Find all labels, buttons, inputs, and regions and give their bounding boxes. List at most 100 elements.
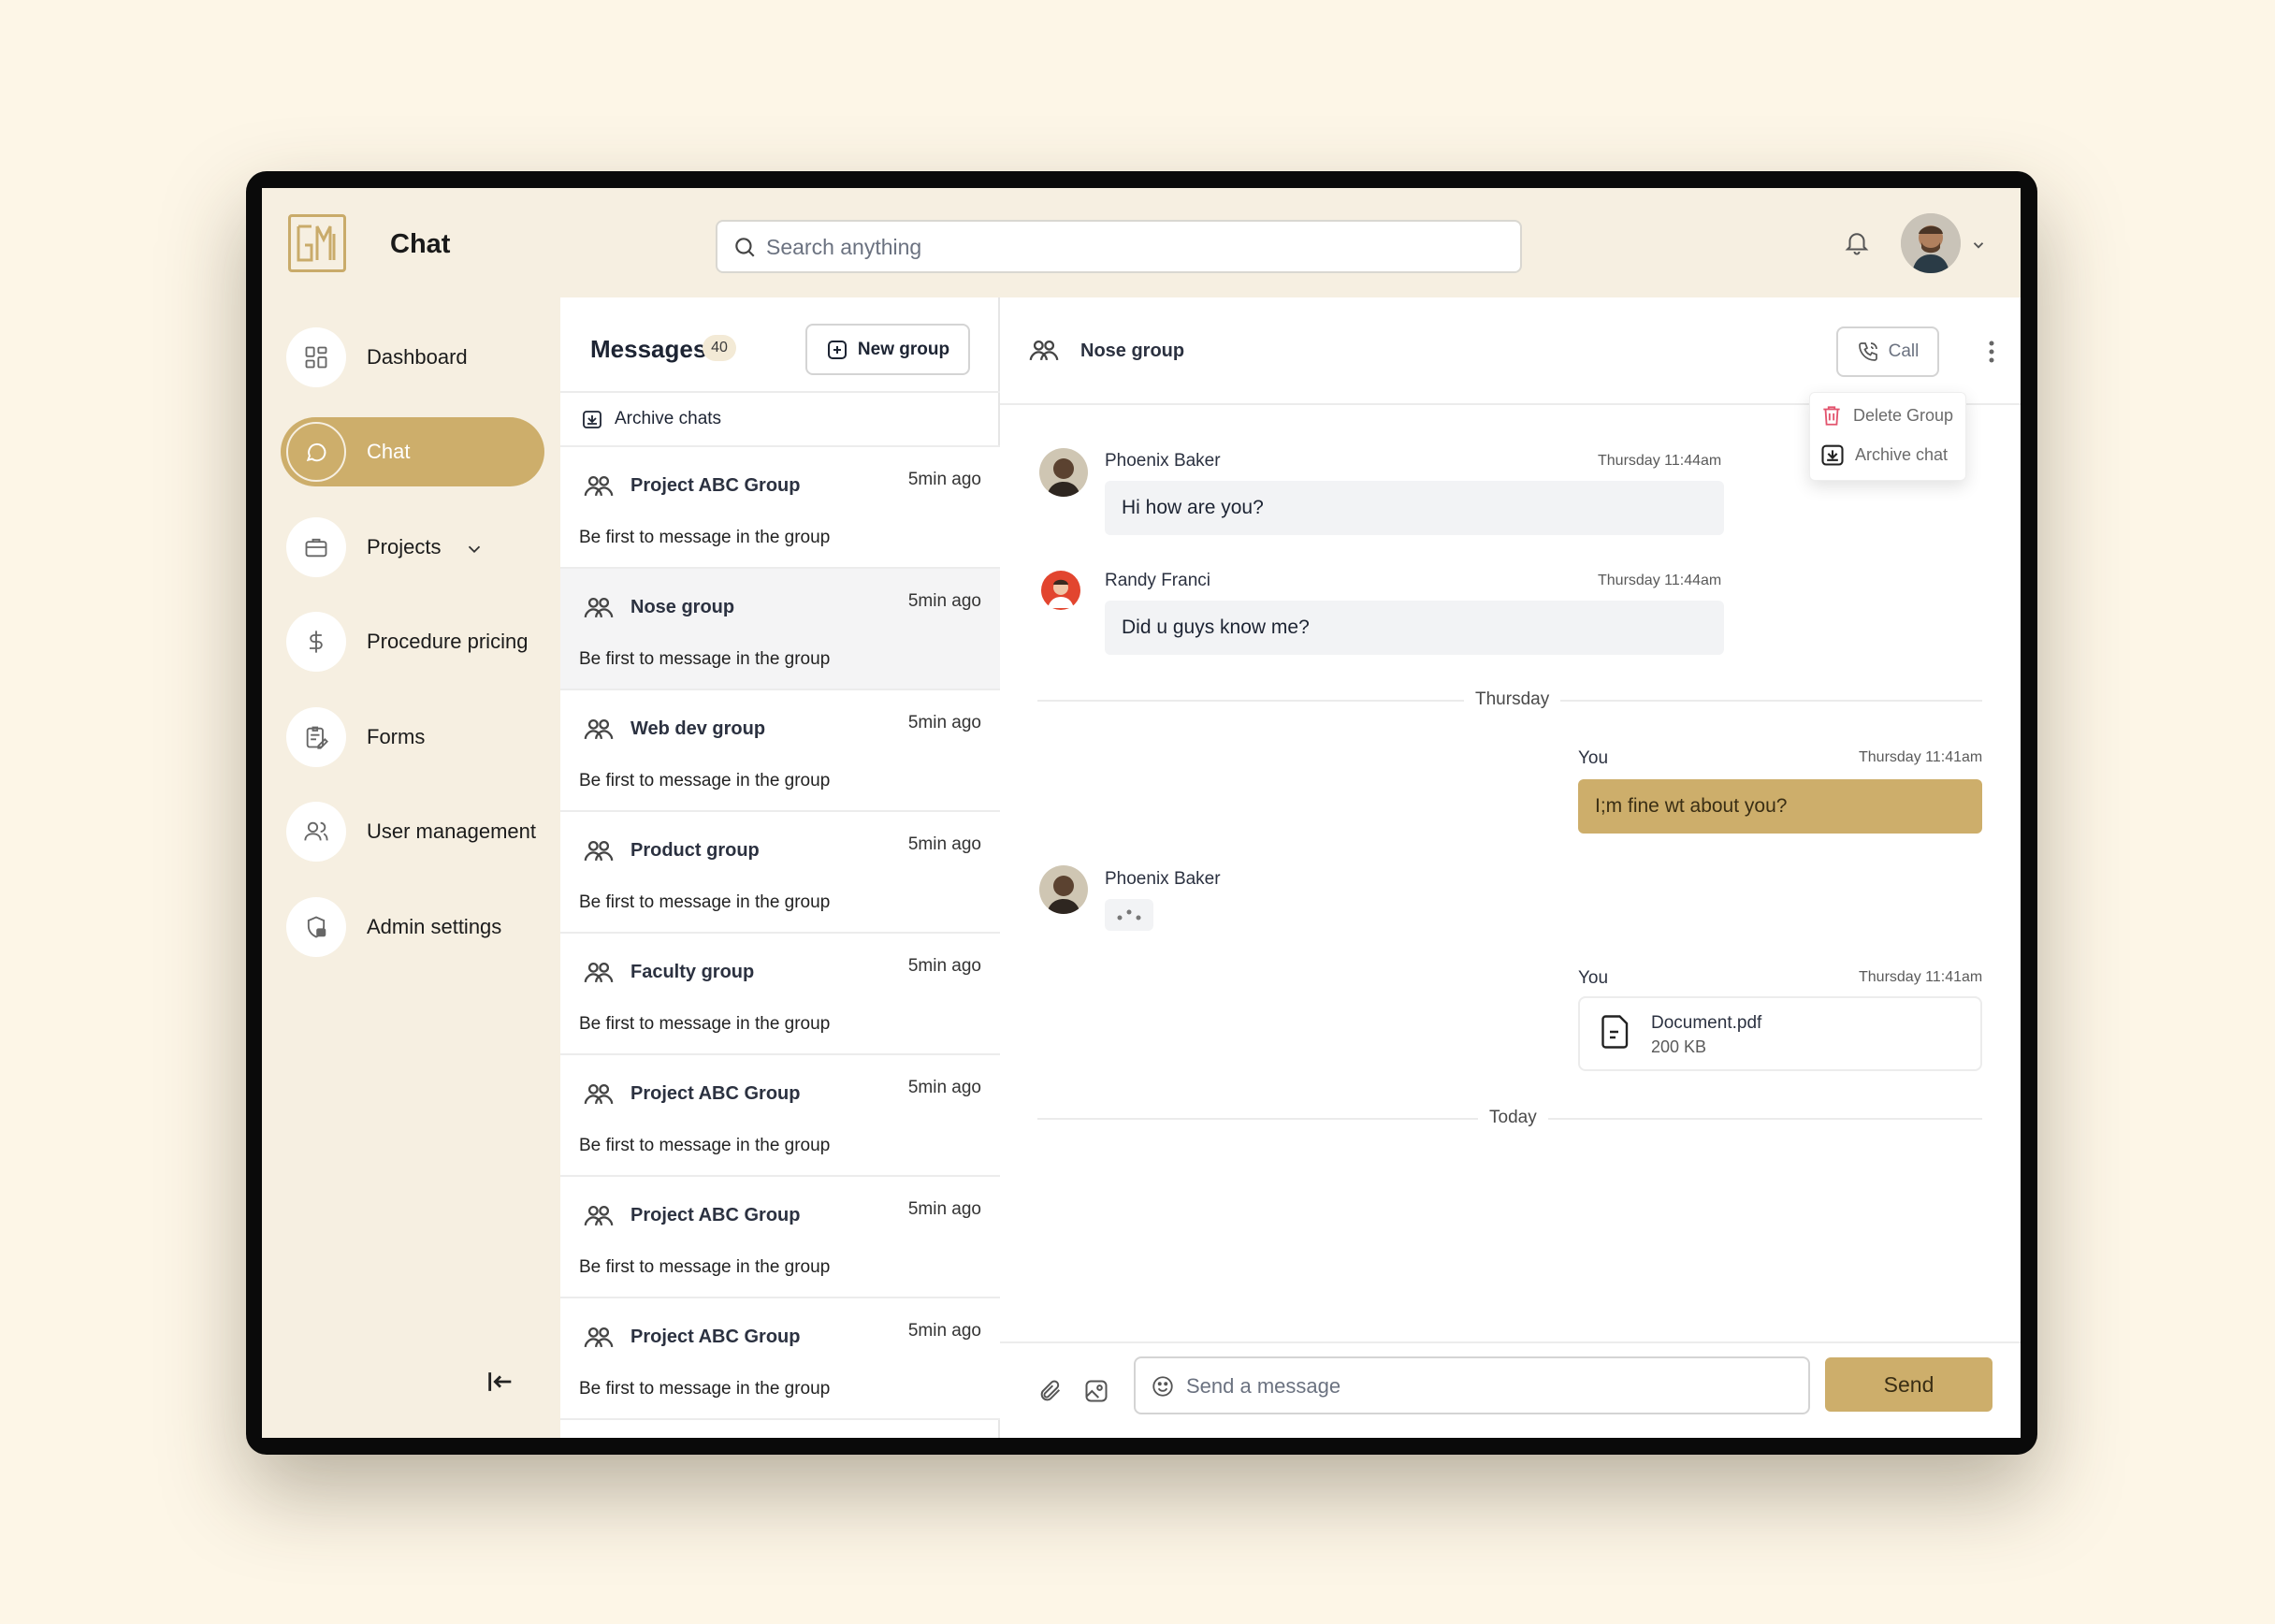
bell-icon[interactable] [1843, 228, 1871, 256]
conversation-name: Faculty group [630, 962, 755, 982]
sidebar-item-dashboard[interactable]: Dashboard [281, 323, 544, 392]
conversation-item[interactable]: Project ABC Group 5min ago Be first to mes… [560, 447, 1000, 569]
conversation-name: Project ABC Group [630, 1327, 801, 1347]
conversation-time: 5min ago [907, 591, 981, 611]
sidebar-item-label: User management [367, 819, 536, 843]
trash-icon [1823, 406, 1840, 426]
message-input-field[interactable] [1134, 1356, 1810, 1414]
conversation-name: Project ABC Group [630, 475, 801, 496]
chevron-down-icon[interactable] [1970, 237, 1987, 254]
chat-panel: Nose group Call Delete Group Archive cha… [1000, 297, 2021, 1438]
message-input[interactable] [1186, 1370, 1794, 1403]
messages-panel: Messages 40 New group Archive chats Proj… [560, 297, 1000, 1438]
conversation-item[interactable]: Web dev group 5min ago Be first to message… [560, 690, 1000, 812]
sidebar-item-projects[interactable]: Projects [281, 513, 544, 582]
chat-options-menu: Delete Group Archive chat [1809, 392, 1966, 481]
app-window: Chat Dashboard Chat Projects Procedure p… [262, 188, 2021, 1438]
sidebar-item-chat[interactable]: Chat [281, 417, 544, 486]
archive-icon [1821, 444, 1844, 466]
grid-icon [305, 346, 327, 369]
messages-count-badge: 40 [703, 335, 736, 361]
file-attachment[interactable]: Document.pdf 200 KB [1578, 996, 1982, 1071]
messages-header: Messages 40 New group [560, 297, 1000, 393]
file-icon [1601, 1015, 1629, 1049]
conversation-item[interactable]: Project ABC Group 5min ago Be first to mes… [560, 1055, 1000, 1177]
top-bar: Chat [262, 188, 2021, 297]
conversation-name: Project ABC Group [630, 1205, 801, 1225]
conversation-preview: Be first to message in the group [579, 1257, 831, 1277]
paperclip-icon[interactable] [1037, 1378, 1064, 1404]
image-icon[interactable] [1083, 1378, 1109, 1404]
conversation-time: 5min ago [907, 1199, 981, 1219]
archive-icon [583, 411, 601, 428]
avatar [1039, 569, 1082, 612]
sidebar-item-procedure-pricing[interactable]: Procedure pricing [281, 607, 544, 676]
dollar-icon [310, 631, 323, 653]
phone-icon [1858, 342, 1877, 361]
clipboard-icon [306, 726, 328, 749]
shield-lock-icon [307, 916, 326, 938]
more-options-icon[interactable] [1988, 340, 1995, 364]
archive-chat-menu-item[interactable]: Archive chat [1819, 442, 1948, 468]
chevron-down-icon[interactable] [464, 539, 485, 559]
conversation-name: Web dev group [630, 718, 766, 739]
plus-square-icon [827, 340, 847, 359]
delete-group-menu-item[interactable]: Delete Group [1819, 402, 1953, 428]
sidebar-item-label: Projects [367, 535, 442, 558]
message-sender: Phoenix Baker [1105, 869, 1221, 889]
file-name: Document.pdf [1651, 1013, 1762, 1033]
conversation-item[interactable]: Project ABC Group 5min ago Be first to mes… [560, 1177, 1000, 1298]
sidebar-item-label: Chat [367, 440, 411, 463]
conversation-time: 5min ago [907, 1078, 981, 1097]
conversation-preview: Be first to message in the group [579, 528, 831, 547]
message-sender: Phoenix Baker [1105, 451, 1221, 471]
search-bar[interactable] [716, 220, 1522, 273]
group-icon [583, 1322, 615, 1358]
message-timestamp: Thursday 11:44am [1598, 453, 1722, 469]
collapse-sidebar-icon[interactable] [485, 1366, 516, 1398]
conversation-time: 5min ago [907, 1321, 981, 1341]
message-bubble: Hi how are you? [1105, 481, 1724, 535]
messages-title: Messages [590, 335, 707, 363]
emoji-icon[interactable] [1151, 1374, 1175, 1399]
call-button[interactable]: Call [1836, 326, 1939, 377]
sidebar-item-forms[interactable]: Forms [281, 703, 544, 772]
avatar[interactable] [1901, 213, 1961, 273]
message-timestamp: Thursday 11:41am [1859, 969, 1983, 985]
conversation-item[interactable]: Product group 5min ago Be first to message… [560, 812, 1000, 934]
conversation-item[interactable]: Nose group 5min ago Be first to message in… [560, 569, 1000, 690]
chat-bubble-icon [306, 442, 326, 462]
conversation-preview: Be first to message in the group [579, 1379, 831, 1399]
archive-chats-link[interactable]: Archive chats [560, 393, 1000, 447]
date-divider-label: Today [1478, 1108, 1548, 1128]
archive-chats-label: Archive chats [615, 409, 722, 428]
avatar [1039, 448, 1088, 497]
conversation-item[interactable]: Project ABC Group 5min ago Be first to mes… [560, 1298, 1000, 1420]
typing-indicator [1105, 899, 1153, 931]
sidebar-item-user-management[interactable]: User management [281, 797, 544, 866]
conversation-name: Nose group [630, 597, 735, 617]
message-sender: You [1578, 968, 1609, 988]
sidebar-item-admin-settings[interactable]: Admin settings [281, 892, 544, 962]
chat-header: Nose group Call [1000, 297, 2021, 405]
file-size: 200 KB [1651, 1037, 1707, 1056]
new-group-button[interactable]: New group [805, 324, 970, 375]
call-label: Call [1888, 341, 1920, 361]
search-input[interactable] [766, 229, 1496, 265]
message-composer: Send [1000, 1341, 2021, 1438]
group-icon [583, 714, 615, 750]
message-bubble-mine: I;m fine wt about you? [1578, 779, 1982, 834]
group-icon [583, 471, 615, 507]
new-group-label: New group [857, 339, 950, 359]
group-icon [583, 957, 615, 993]
message-sender: You [1578, 748, 1609, 768]
message-timestamp: Thursday 11:41am [1859, 749, 1983, 765]
conversation-time: 5min ago [907, 713, 981, 732]
message-timestamp: Thursday 11:44am [1598, 573, 1722, 588]
conversation-item[interactable]: Faculty group 5min ago Be first to message… [560, 934, 1000, 1055]
conversation-preview: Be first to message in the group [579, 1136, 831, 1155]
users-icon [304, 821, 328, 841]
conversation-preview: Be first to message in the group [579, 649, 831, 669]
sidebar-item-label: Forms [367, 725, 426, 748]
send-button[interactable]: Send [1825, 1357, 1992, 1412]
